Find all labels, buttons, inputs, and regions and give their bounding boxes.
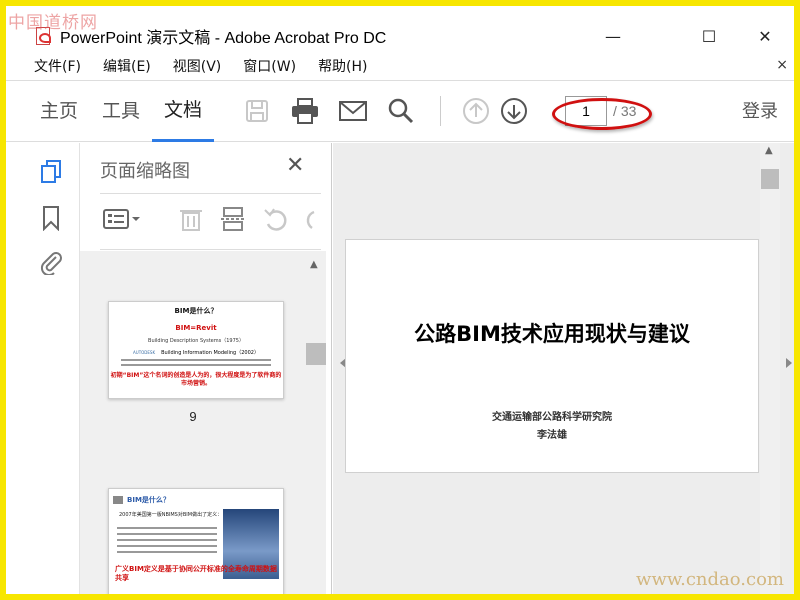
tab-document[interactable]: 文档 [152,80,215,142]
main-toolbar: 主页 工具 文档 1 / 33 登录 [6,80,794,142]
thumb-bottom-text: 广义BIM定义是基于协同公开标准的全寿命周期数据共享 [115,565,277,582]
thumb-bottom-text: 初期“BIM”这个名词的创造是人为的，很大程度是为了软件商的市场营销。 [110,372,282,387]
document-page: 公路BIM技术应用现状与建议 交通运输部公路科学研究院 李法雄 [345,239,759,473]
panel-title: 页面缩略图 [100,161,190,182]
attachment-icon[interactable] [38,249,64,275]
rotate-left-icon[interactable] [262,205,290,233]
thumbnail-options-icon[interactable] [102,205,142,233]
menu-bar: 文件(F) 编辑(E) 视图(V) 窗口(W) 帮助(H) × [6,54,794,78]
title-bar: PowerPoint 演示文稿 - Adobe Acrobat Pro DC —… [6,20,794,52]
thumb-text-line [117,551,217,553]
login-button[interactable]: 登录 [742,81,778,143]
thumbnail-panel: 页面缩略图 ✕ BIM是什么？ BIM=Revit Building Descr… [80,143,332,594]
page-down-icon[interactable] [497,94,531,128]
scroll-up-icon[interactable]: ▲ [765,145,773,156]
page-number-label: 9 [189,409,197,424]
scroll-thumb[interactable] [761,169,779,189]
page-up-icon[interactable] [459,94,493,128]
navigation-rail [6,143,80,594]
highlight-ellipse [552,98,652,130]
close-panel-button[interactable]: ✕ [286,153,304,178]
search-icon[interactable] [384,94,418,128]
print-icon[interactable] [288,94,322,128]
save-icon[interactable] [240,94,274,128]
thumb-text-line [117,539,217,541]
thumb-text-line [117,527,217,529]
thumb-text-line [121,364,271,366]
tab-tools[interactable]: 工具 [90,80,152,142]
document-author: 李法雄 [537,430,567,441]
document-organization: 交通运输部公路科学研究院 [492,412,612,423]
thumb-title: BIM是什么？ [174,307,218,315]
window-title: PowerPoint 演示文稿 - Adobe Acrobat Pro DC [60,30,387,47]
panel-divider [100,249,321,250]
watermark-bottom: www.cndao.com [636,569,784,590]
thumbnail-list: BIM是什么？ BIM=Revit Building Description S… [80,251,306,594]
thumb-bim-row: AUTODESK Building Information Modeling（2… [109,349,283,356]
thumb-subtitle: BIM=Revit [175,324,217,332]
menu-file[interactable]: 文件(F) [34,56,81,76]
scroll-up-icon[interactable]: ▲ [310,259,318,270]
thumb-text-lines [117,527,217,557]
email-icon[interactable] [336,94,370,128]
thumb-text-line [117,533,217,535]
thumb-header: BIM是什么？ [113,495,283,505]
page-thumbnails-icon[interactable] [38,159,64,185]
close-document-button[interactable]: × [776,57,788,73]
delete-page-icon[interactable] [178,205,204,233]
rotate-right-icon[interactable] [302,205,316,233]
acrobat-window: 中国道桥网 PowerPoint 演示文稿 - Adobe Acrobat Pr… [6,6,794,594]
close-window-button[interactable]: ✕ [742,20,788,52]
watermark-top: 中国道桥网 [8,13,98,33]
expand-right-panel-icon[interactable] [786,358,792,368]
minimize-button[interactable]: — [590,20,636,52]
document-title: 公路BIM技术应用现状与建议 [414,322,690,346]
extract-page-icon[interactable] [220,205,246,233]
thumb-title: BIM是什么？ [127,496,170,504]
toolbar-separator [440,96,442,126]
thumb-header-bar [113,496,123,504]
autodesk-logo: AUTODESK [133,350,156,355]
menu-edit[interactable]: 编辑(E) [103,56,151,76]
bookmark-icon[interactable] [38,205,64,231]
menu-window[interactable]: 窗口(W) [243,56,296,76]
panel-divider [100,193,321,194]
thumbnail-page-9[interactable]: BIM是什么？ BIM=Revit Building Description S… [108,301,284,399]
thumb-line: Building Information Modeling（2002） [161,350,259,356]
menu-help[interactable]: 帮助(H) [318,56,367,76]
maximize-button[interactable]: ☐ [686,20,732,52]
menu-view[interactable]: 视图(V) [173,56,222,76]
scroll-thumb[interactable] [306,343,326,365]
thumb-line: Building Description Systems（1975） [148,338,244,344]
tab-home[interactable]: 主页 [28,80,90,142]
thumb-text-line [121,359,271,361]
thumbnail-scrollbar[interactable]: ▲ [306,251,326,594]
thumbnail-page-10[interactable]: BIM是什么？ 2007年美国第一版NBIMS对BIM做出了定义： 广义BIM定… [108,488,284,594]
document-scrollbar[interactable]: ▲ [760,143,780,594]
thumb-text-line [117,545,217,547]
